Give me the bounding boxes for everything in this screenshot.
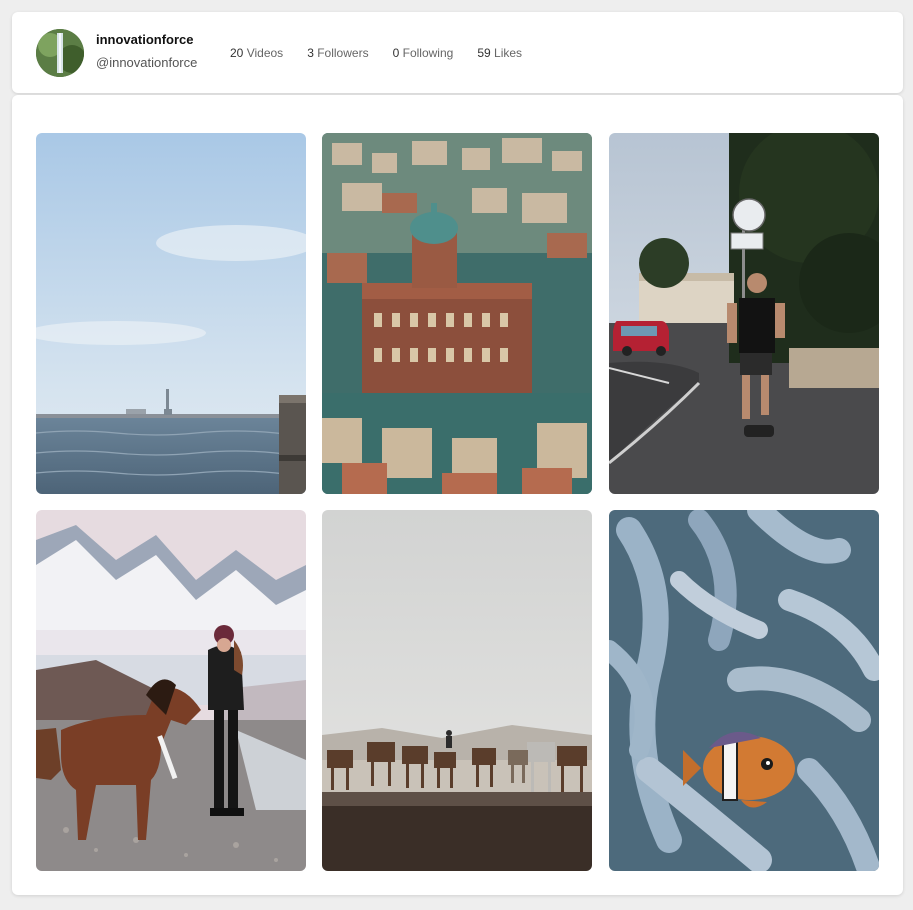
stat-videos[interactable]: 20 Videos (230, 46, 283, 60)
profile-handle: @innovationforce (96, 55, 198, 70)
profile-username: innovationforce (96, 32, 194, 47)
video-thumbnail-city[interactable] (322, 133, 592, 494)
stat-likes-label: Likes (494, 46, 523, 60)
stat-followers-value: 3 (307, 46, 314, 60)
stat-followers[interactable]: 3 Followers (307, 46, 368, 60)
video-thumbnail-clownfish[interactable] (609, 510, 879, 871)
profile-header: innovationforce @innovationforce 20 Vide… (12, 12, 903, 93)
video-thumbnail-horse-herd[interactable] (322, 510, 592, 871)
stat-videos-label: Videos (246, 46, 284, 60)
stat-following-label: Following (402, 46, 454, 60)
stat-videos-value: 20 (230, 46, 244, 60)
video-thumbnail-skateboarder[interactable] (609, 133, 879, 494)
stat-likes[interactable]: 59 Likes (477, 46, 522, 60)
avatar[interactable] (36, 29, 84, 77)
stat-likes-value: 59 (477, 46, 491, 60)
video-thumbnail-harbor[interactable] (36, 133, 306, 494)
video-grid (12, 95, 903, 895)
stat-following-value: 0 (392, 46, 400, 60)
stat-followers-label: Followers (317, 46, 369, 60)
stat-following[interactable]: 0 Following (393, 46, 454, 60)
profile-stats: 20 Videos 3 Followers 0 Following 59 Lik… (230, 46, 546, 60)
video-thumbnail-woman-horse[interactable] (36, 510, 306, 871)
